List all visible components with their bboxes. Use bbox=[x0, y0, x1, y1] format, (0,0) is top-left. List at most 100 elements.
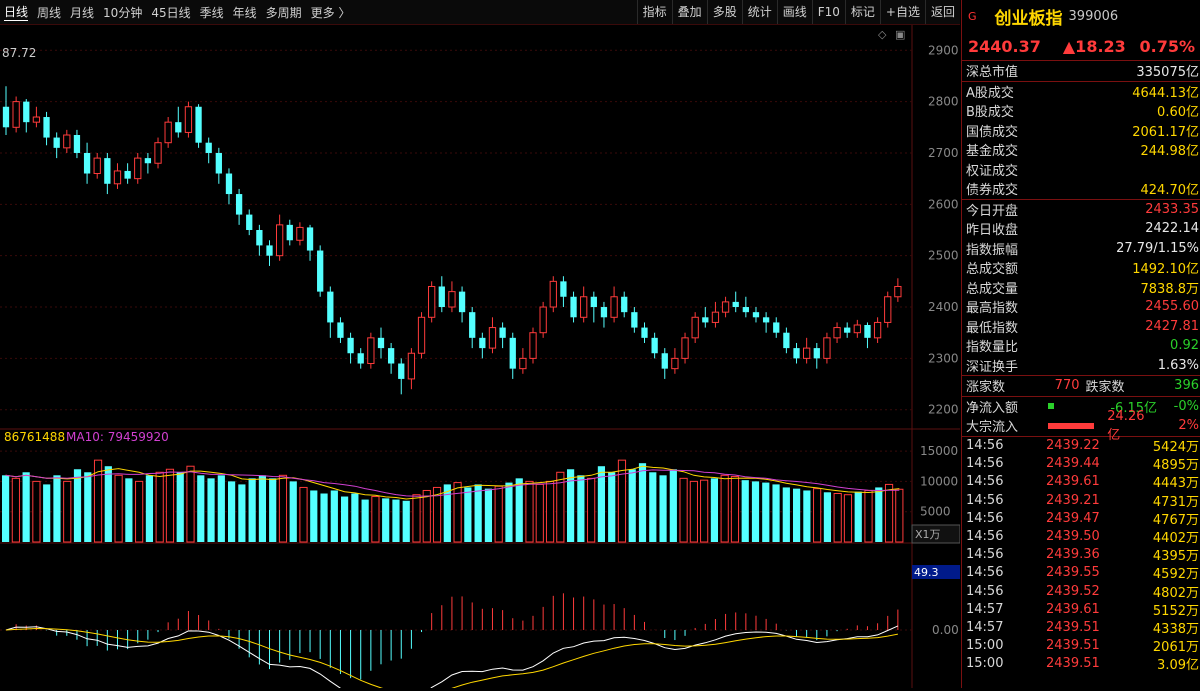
tick-row[interactable]: 14:56 2439.22 5424万 bbox=[962, 437, 1200, 455]
candlestick[interactable] bbox=[83, 142, 91, 184]
tick-row[interactable]: 14:56 2439.21 4731万 bbox=[962, 491, 1200, 510]
candlestick[interactable] bbox=[721, 296, 730, 318]
candlestick[interactable] bbox=[144, 152, 152, 174]
candlestick[interactable] bbox=[32, 106, 41, 128]
period-tab-5[interactable]: 季线 bbox=[200, 4, 224, 21]
candlestick[interactable] bbox=[235, 188, 243, 225]
candlestick[interactable] bbox=[215, 147, 222, 184]
candlestick[interactable] bbox=[884, 291, 892, 328]
candlestick[interactable] bbox=[873, 317, 882, 343]
candlestick[interactable] bbox=[702, 307, 709, 328]
toolbar-button-2[interactable]: 多股 bbox=[706, 0, 742, 24]
candlestick[interactable] bbox=[306, 224, 314, 261]
candlestick[interactable] bbox=[641, 322, 648, 343]
period-tab-2[interactable]: 月线 bbox=[70, 4, 94, 21]
candlestick[interactable] bbox=[246, 209, 253, 236]
toolbar-button-5[interactable]: F10 bbox=[811, 0, 845, 24]
candlestick[interactable] bbox=[458, 286, 466, 323]
candlestick[interactable] bbox=[154, 137, 162, 169]
candlestick[interactable] bbox=[691, 312, 699, 343]
toolbar-button-1[interactable]: 叠加 bbox=[671, 0, 707, 24]
candlestick[interactable] bbox=[124, 163, 131, 184]
candlestick[interactable] bbox=[327, 286, 334, 338]
candlestick[interactable] bbox=[164, 117, 172, 148]
candlestick[interactable] bbox=[417, 312, 426, 359]
candlestick[interactable] bbox=[823, 332, 831, 364]
tick-row[interactable]: 14:56 2439.50 4402万 bbox=[962, 527, 1200, 546]
period-tab-8[interactable]: 更多 〉 bbox=[311, 4, 351, 21]
candlestick[interactable] bbox=[134, 152, 142, 184]
candlestick[interactable] bbox=[23, 99, 30, 133]
tick-row[interactable]: 15:00 2439.51 2061万 bbox=[962, 637, 1200, 655]
candlestick[interactable] bbox=[661, 348, 668, 379]
toolbar-button-8[interactable]: 返回 bbox=[924, 0, 960, 24]
candlestick[interactable] bbox=[539, 301, 547, 338]
tick-row[interactable]: 14:56 2439.44 4895万 bbox=[962, 455, 1200, 473]
tick-row[interactable]: 14:56 2439.36 4395万 bbox=[962, 546, 1200, 564]
candlestick[interactable] bbox=[631, 307, 638, 333]
candlestick[interactable] bbox=[864, 322, 871, 349]
candlestick[interactable] bbox=[73, 129, 81, 159]
tick-row[interactable]: 14:56 2439.55 4592万 bbox=[962, 564, 1200, 582]
candlestick[interactable] bbox=[225, 168, 233, 205]
candlestick[interactable] bbox=[773, 317, 780, 338]
candlestick[interactable] bbox=[610, 286, 618, 323]
period-tab-4[interactable]: 45日线 bbox=[151, 4, 190, 21]
toolbar-button-7[interactable]: +自选 bbox=[879, 0, 925, 24]
candlestick[interactable] bbox=[175, 106, 182, 138]
candlestick[interactable] bbox=[519, 348, 527, 374]
candlestick[interactable] bbox=[63, 129, 71, 153]
candlestick[interactable] bbox=[549, 276, 557, 313]
candlestick[interactable] bbox=[113, 163, 122, 189]
toolbar-button-6[interactable]: 标记 bbox=[844, 0, 880, 24]
candlestick[interactable] bbox=[762, 312, 770, 333]
candlestick[interactable] bbox=[469, 307, 476, 349]
candlestick[interactable] bbox=[286, 219, 293, 246]
candlestick[interactable] bbox=[275, 214, 284, 261]
candlestick[interactable] bbox=[184, 101, 193, 138]
toolbar-button-3[interactable]: 统计 bbox=[741, 0, 777, 24]
kline-chart-svg[interactable]: 2900 2800 2700 2600 2500 2400 2300 2200 87.72 ◇… bbox=[0, 25, 961, 691]
candlestick[interactable] bbox=[580, 286, 588, 323]
candlestick[interactable] bbox=[93, 152, 101, 179]
candlestick[interactable] bbox=[398, 358, 405, 395]
candlestick[interactable] bbox=[833, 322, 841, 343]
candlestick[interactable] bbox=[205, 137, 212, 164]
candlestick[interactable] bbox=[600, 301, 608, 328]
candlestick[interactable] bbox=[407, 348, 416, 390]
candlestick[interactable] bbox=[53, 132, 60, 159]
candlestick[interactable] bbox=[195, 104, 202, 148]
candlestick[interactable] bbox=[479, 332, 486, 359]
candlestick[interactable] bbox=[428, 281, 436, 323]
window-icon[interactable]: ▣ bbox=[895, 28, 905, 41]
candlestick[interactable] bbox=[671, 348, 679, 374]
candlestick[interactable] bbox=[347, 332, 354, 364]
candlestick[interactable] bbox=[317, 245, 324, 297]
candlestick[interactable] bbox=[296, 222, 304, 246]
candlestick[interactable] bbox=[621, 291, 628, 318]
candlestick[interactable] bbox=[256, 224, 263, 256]
period-tab-0[interactable]: 日线 bbox=[4, 3, 29, 21]
candlestick[interactable] bbox=[438, 276, 445, 313]
tick-list[interactable]: 14:56 2439.22 5424万 14:56 2439.44 4895万 14:56 2… bbox=[962, 437, 1200, 673]
tick-row[interactable]: 14:57 2439.61 5152万 bbox=[962, 600, 1200, 619]
candlestick[interactable] bbox=[742, 296, 749, 318]
candlestick[interactable] bbox=[367, 332, 375, 369]
candlestick[interactable] bbox=[681, 332, 689, 364]
candlestick[interactable] bbox=[844, 322, 851, 338]
candlestick[interactable] bbox=[783, 327, 790, 354]
candlestick[interactable] bbox=[813, 342, 820, 369]
tick-row[interactable]: 15:00 2439.51 3.09亿 bbox=[962, 655, 1200, 673]
diamond-icon[interactable]: ◇ bbox=[878, 28, 887, 41]
candlestick[interactable] bbox=[488, 317, 497, 354]
candlestick[interactable] bbox=[711, 301, 720, 328]
candlestick[interactable] bbox=[387, 342, 395, 374]
candlestick[interactable] bbox=[499, 322, 506, 349]
candlestick[interactable] bbox=[448, 281, 456, 313]
candlestick[interactable] bbox=[853, 319, 861, 338]
candlestick[interactable] bbox=[752, 307, 760, 323]
candlestick[interactable] bbox=[357, 348, 364, 369]
candlestick[interactable] bbox=[894, 278, 902, 302]
period-tab-1[interactable]: 周线 bbox=[37, 4, 61, 21]
kline-chart-area[interactable]: 2900 2800 2700 2600 2500 2400 2300 2200 87.72 ◇… bbox=[0, 25, 961, 691]
